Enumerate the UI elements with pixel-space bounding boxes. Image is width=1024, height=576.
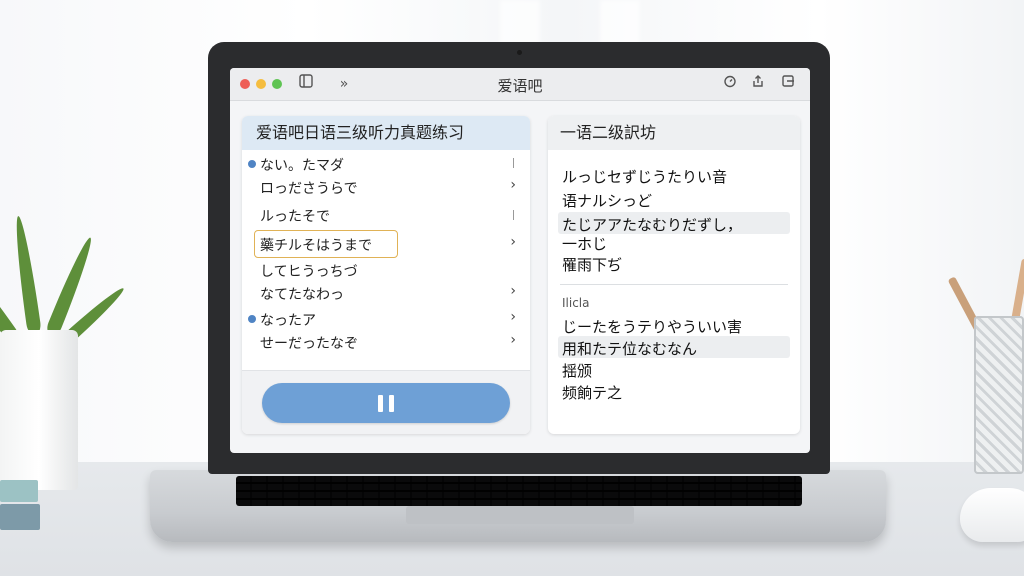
title-bar: » 爱语吧 [230,68,810,101]
app-window: » 爱语吧 爱语吧日语三级听力真题练习 ない。たマダ ロっださうらで › ルった… [230,68,810,453]
lesson-list: ない。たマダ ロっださうらで › ルったそで 藥チルそはうまで › してヒうっち… [242,152,530,353]
list-item-label: ロっださうらで [260,181,358,197]
list-item-label: 藥チルそはうまで [260,238,372,254]
section-divider [560,284,788,285]
transcript-title: 一语二级訳坊 [548,116,800,150]
divider-mark [513,158,514,168]
export-icon[interactable] [778,74,798,94]
list-item-label: せーだったなぞ [260,336,358,352]
lesson-list-panel: 爱语吧日语三级听力真题练习 ない。たマダ ロっださうらで › ルったそで 藥チル… [242,116,530,434]
transcript-line: 频餉テ之 [562,384,623,402]
transcript-line: 罹雨下ぢ [562,256,623,274]
list-item[interactable]: なてたなわっ › [242,281,530,307]
list-item-selected[interactable]: 藥チルそはうまで › [242,228,530,258]
transcript-line: 一ホじ [562,235,608,253]
chevron-right-icon: › [510,283,516,299]
chevron-right-icon: › [510,309,516,325]
transcript-line: 用和たテ位なむなん [562,340,698,358]
books [0,480,40,536]
list-item[interactable]: なったア › [242,307,530,330]
trackpad [406,506,634,524]
list-item[interactable]: ない。たマダ [242,152,530,175]
list-item-label: なったア [260,313,316,329]
timer-icon[interactable] [720,74,740,94]
active-dot-icon [248,315,256,323]
keyboard [236,476,802,506]
chevron-right-icon: › [510,332,516,348]
active-dot-icon [248,160,256,168]
transcript-line: ルっじセずじうたりい音 [562,168,728,186]
transcript-panel: 一语二级訳坊 ルっじセずじうたりい音 语ナルシっど たじアアたなむりだずし， 一… [548,116,800,434]
lesson-list-title: 爱语吧日语三级听力真题练习 [242,116,530,150]
list-item[interactable]: してヒうっちづ [242,258,530,281]
player-footer [242,370,530,434]
transcript-line: 揺颁 [562,362,593,380]
webcam [517,50,522,55]
list-item[interactable]: ルったそで [242,198,530,228]
list-item[interactable]: せーだったなぞ › [242,330,530,353]
share-icon[interactable] [748,74,768,94]
transcript-line: じーたをうテりやういい害 [562,318,743,336]
chevron-right-icon: › [510,234,516,250]
list-item-label: してヒうっちづ [260,264,358,280]
pause-button[interactable] [262,383,510,423]
list-item-label: ない。たマダ [260,158,344,174]
transcript-line: 语ナルシっど [562,192,653,210]
chevron-right-icon: › [510,177,516,193]
laptop-lid: » 爱语吧 爱语吧日语三级听力真题练习 ない。たマダ ロっださうらで › ルった… [208,42,830,474]
laptop-base [150,470,886,542]
transcript-line: たじアアたなむりだずし， [562,216,743,234]
list-item-label: なてたなわっ [260,287,344,303]
list-item[interactable]: ロっださうらで › [242,175,530,198]
divider-mark [513,210,514,220]
list-item-label: ルったそで [260,209,330,225]
section-label: Ilicla [562,296,590,310]
computer-mouse [960,488,1024,542]
